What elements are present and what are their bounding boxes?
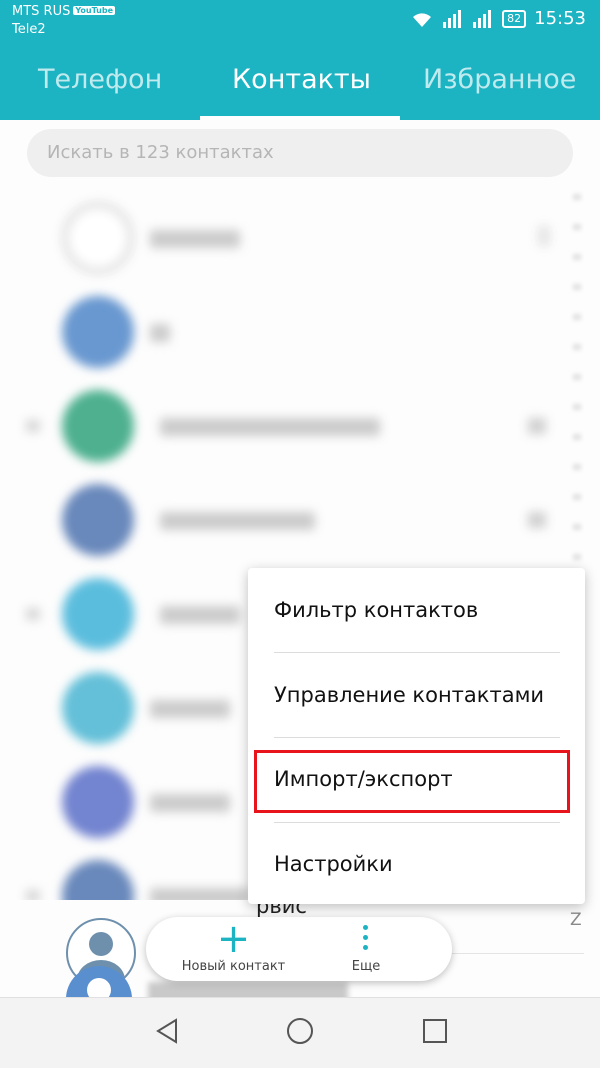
battery-icon: 82 [502,9,527,28]
wifi-icon [413,12,432,27]
recents-square-icon[interactable] [420,1016,450,1046]
tab-contacts[interactable]: Контакты [232,64,371,95]
status-icons: 82 15:53 [410,8,586,29]
menu-divider [274,822,560,823]
carrier-secondary: Tele2 [12,22,46,37]
menu-divider [274,737,560,738]
carrier-primary: MTS RUS YouTube [12,4,116,19]
menu-item-manage-contacts[interactable]: Управление контактами [274,683,544,707]
home-circle-icon[interactable] [285,1016,315,1046]
status-bar: MTS RUS YouTube Tele2 82 15:53 [0,0,600,44]
more-label: Еще [351,959,381,974]
new-contact-button[interactable]: + Новый контакт [166,917,301,981]
floating-action-bar: + Новый контакт Еще [146,917,452,981]
clock: 15:53 [534,8,586,29]
menu-divider [274,652,560,653]
menu-item-filter-contacts[interactable]: Фильтр контактов [274,598,478,622]
plus-icon: + [216,916,251,962]
highlight-frame [254,750,570,813]
overflow-menu: Фильтр контактов Управление контактами И… [248,568,585,904]
contact-name-blur [148,982,348,997]
back-triangle-icon[interactable] [152,1016,182,1046]
tab-phone[interactable]: Телефон [38,64,162,95]
more-button[interactable]: Еще [321,917,411,981]
new-contact-label: Новый контакт [181,959,286,974]
divider [452,953,584,954]
menu-item-settings[interactable]: Настройки [274,852,393,876]
signal-icon [443,9,462,28]
youtube-badge-icon: YouTube [73,6,116,15]
index-letter[interactable]: Z [570,910,582,930]
tab-bar: Телефон Контакты Избранное [0,44,600,120]
carrier-primary-text: MTS RUS [12,4,71,19]
system-navigation-bar [0,997,600,1068]
more-vertical-icon [363,925,369,955]
signal-icon [473,9,492,28]
tab-favorites[interactable]: Избранное [423,64,576,95]
